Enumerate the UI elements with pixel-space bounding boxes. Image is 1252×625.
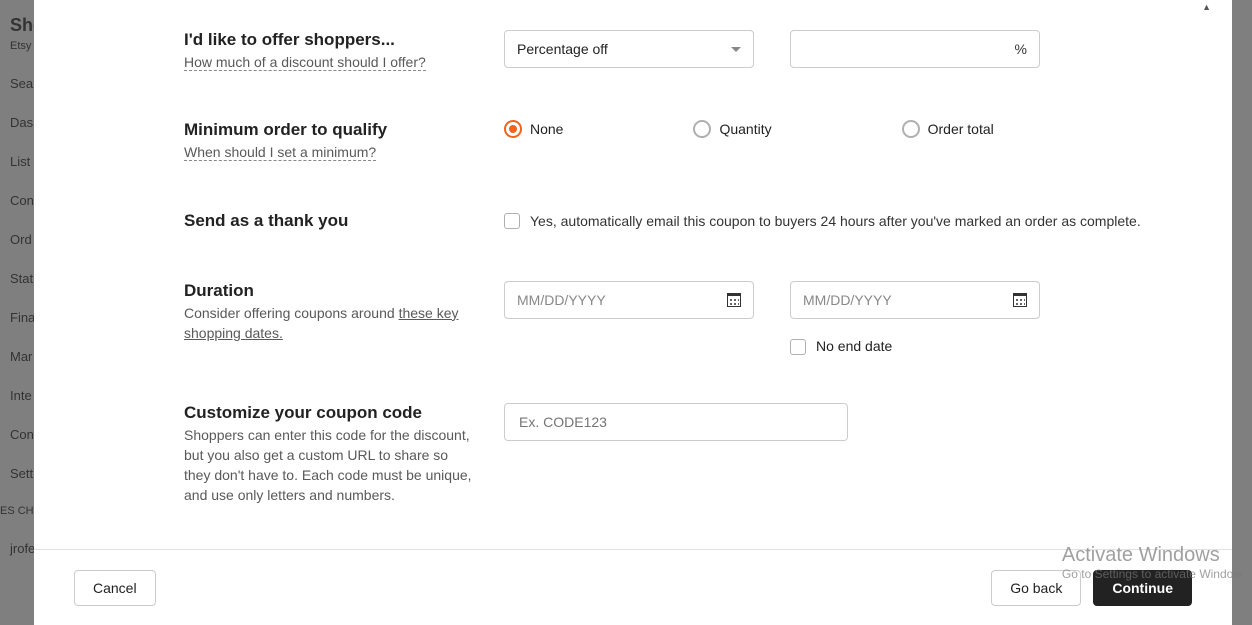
coupon-title: Customize your coupon code [184,403,474,423]
radio-order-total[interactable]: Order total [902,120,994,138]
chevron-down-icon [731,47,741,52]
noend-label: No end date [816,338,892,354]
modal-footer: Cancel Go back Continue [34,549,1232,625]
minimum-title: Minimum order to qualify [184,120,474,140]
thankyou-check-label: Yes, automatically email this coupon to … [530,211,1141,231]
radio-none-label: None [530,121,563,137]
offer-row: I'd like to offer shoppers... How much o… [184,30,1172,72]
thankyou-title: Send as a thank you [184,211,474,231]
radio-order-total-label: Order total [928,121,994,137]
discount-type-select[interactable]: Percentage off [504,30,754,68]
minimum-row: Minimum order to qualify When should I s… [184,120,1172,162]
percent-suffix: % [1015,41,1027,57]
radio-icon [902,120,920,138]
duration-title: Duration [184,281,474,301]
discount-type-value: Percentage off [517,41,608,57]
start-date-placeholder: MM/DD/YYYY [517,292,606,308]
go-back-button[interactable]: Go back [991,570,1081,606]
minimum-help-link[interactable]: When should I set a minimum? [184,144,376,161]
radio-icon [693,120,711,138]
percent-input-wrap[interactable]: % [790,30,1040,68]
thankyou-checkbox[interactable] [504,213,520,229]
coupon-desc: Shoppers can enter this code for the dis… [184,425,474,506]
thankyou-row: Send as a thank you Yes, automatically e… [184,211,1172,233]
calendar-icon [727,293,741,307]
start-date-input[interactable]: MM/DD/YYYY [504,281,754,319]
coupon-row: Customize your coupon code Shoppers can … [184,403,1172,506]
modal-body[interactable]: I'd like to offer shoppers... How much o… [34,0,1232,549]
radio-quantity-label: Quantity [719,121,771,137]
end-date-input[interactable]: MM/DD/YYYY [790,281,1040,319]
noend-checkbox[interactable] [790,339,806,355]
offer-help-link[interactable]: How much of a discount should I offer? [184,54,426,71]
cancel-button[interactable]: Cancel [74,570,156,606]
offer-title: I'd like to offer shoppers... [184,30,474,50]
end-date-placeholder: MM/DD/YYYY [803,292,892,308]
duration-desc: Consider offering coupons around these k… [184,303,474,344]
radio-quantity[interactable]: Quantity [693,120,771,138]
duration-row: Duration Consider offering coupons aroun… [184,281,1172,355]
percent-input[interactable] [803,40,1015,58]
radio-icon [504,120,522,138]
continue-button[interactable]: Continue [1093,570,1192,606]
coupon-code-input[interactable] [517,413,835,431]
radio-none[interactable]: None [504,120,563,138]
calendar-icon [1013,293,1027,307]
coupon-modal: ▲ I'd like to offer shoppers... How much… [34,0,1232,625]
coupon-input-wrap[interactable] [504,403,848,441]
